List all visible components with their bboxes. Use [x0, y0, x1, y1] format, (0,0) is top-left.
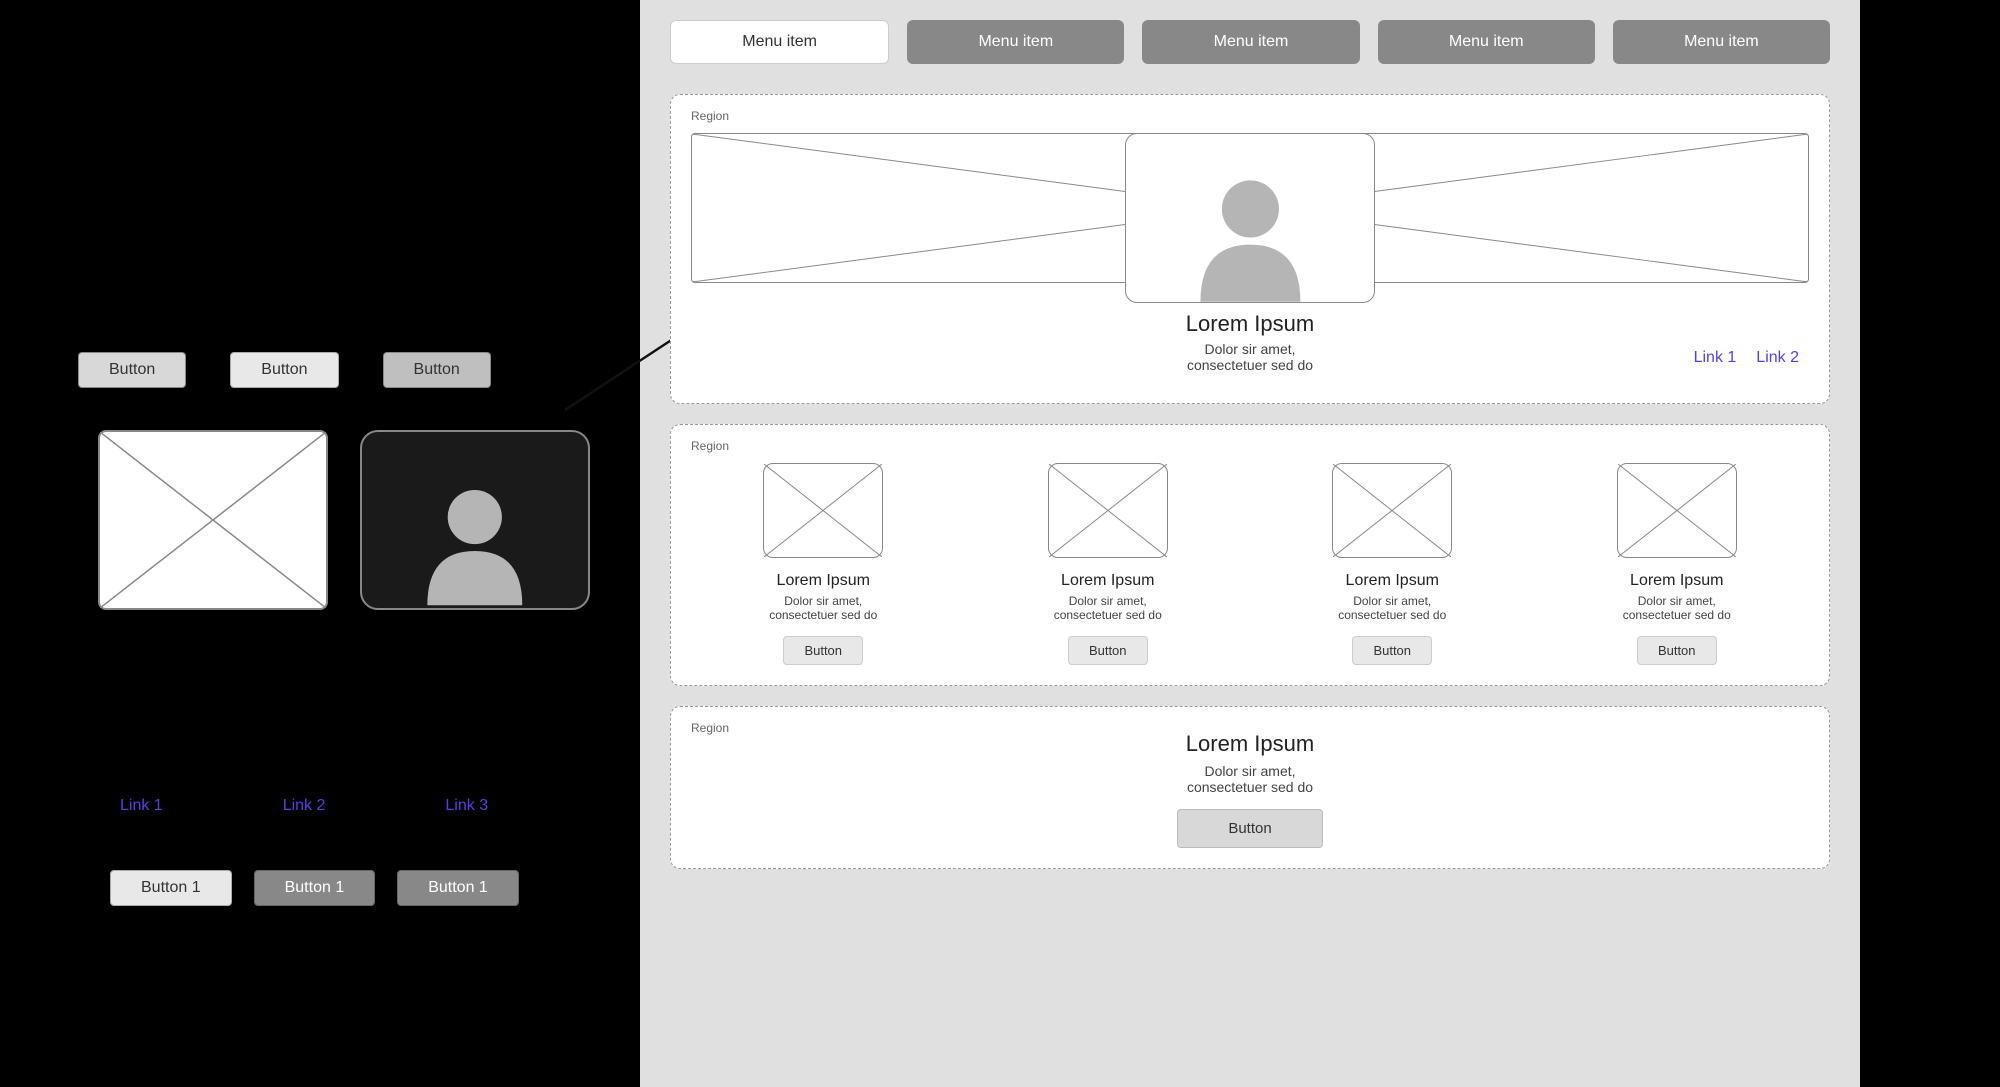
menu-item-5[interactable]: Menu item [1613, 20, 1830, 64]
card-title: Lorem Ipsum [1630, 572, 1723, 590]
palette-button-variant-2[interactable]: Button [230, 352, 338, 388]
cta-subtitle: Dolor sir amet, consectetuer sed do [691, 763, 1809, 795]
card-button[interactable]: Button [1637, 636, 1717, 665]
card-image-placeholder [763, 463, 883, 558]
card-title: Lorem Ipsum [1346, 572, 1439, 590]
hero-subtitle: Dolor sir amet, consectetuer sed do [691, 341, 1809, 373]
region-label: Region [691, 109, 1809, 123]
region-label: Region [691, 439, 1809, 453]
card-image-placeholder [1332, 463, 1452, 558]
card: Lorem Ipsum Dolor sir amet, consectetuer… [1269, 463, 1515, 665]
person-icon [407, 467, 543, 608]
palette-button-variant-3[interactable]: Button [383, 352, 491, 388]
cta-region: Region Lorem Ipsum Dolor sir amet, conse… [670, 706, 1830, 869]
card-image-placeholder [1617, 463, 1737, 558]
palette-link-2[interactable]: Link 2 [283, 797, 326, 815]
card-button[interactable]: Button [783, 636, 863, 665]
menu-item-1[interactable]: Menu item [670, 20, 889, 64]
crossed-box-icon [1049, 464, 1167, 557]
card-image-placeholder [1048, 463, 1168, 558]
cards-region: Region Lorem Ipsum Dolor sir amet, conse… [670, 424, 1830, 686]
palette-button1-gray[interactable]: Button 1 [254, 870, 376, 906]
card-title: Lorem Ipsum [777, 572, 870, 590]
hero-region: Region Lorem Ipsum Dolor sir amet, conse… [670, 94, 1830, 404]
menu-item-2[interactable]: Menu item [907, 20, 1124, 64]
region-label: Region [691, 721, 729, 735]
hero-link-2[interactable]: Link 2 [1756, 349, 1799, 367]
card: Lorem Ipsum Dolor sir amet, consectetuer… [985, 463, 1231, 665]
hero-avatar [1125, 133, 1375, 303]
palette-button1-gray2[interactable]: Button 1 [397, 870, 519, 906]
card-subtitle: Dolor sir amet, consectetuer sed do [1054, 594, 1162, 622]
card-subtitle: Dolor sir amet, consectetuer sed do [1623, 594, 1731, 622]
crossed-box-icon [1333, 464, 1451, 557]
menu-item-4[interactable]: Menu item [1378, 20, 1595, 64]
cta-button[interactable]: Button [1177, 809, 1322, 848]
card: Lorem Ipsum Dolor sir amet, consectetuer… [700, 463, 946, 665]
hero-title: Lorem Ipsum [691, 311, 1809, 337]
cta-title: Lorem Ipsum [691, 731, 1809, 757]
card-button[interactable]: Button [1352, 636, 1432, 665]
crossed-box-icon [764, 464, 882, 557]
card-subtitle: Dolor sir amet, consectetuer sed do [1338, 594, 1446, 622]
card: Lorem Ipsum Dolor sir amet, consectetuer… [1554, 463, 1800, 665]
wireframe-page: Menu item Menu item Menu item Menu item … [640, 0, 1860, 1087]
person-icon [1176, 159, 1325, 302]
palette-link-1[interactable]: Link 1 [120, 797, 163, 815]
crossed-box-icon [100, 432, 326, 608]
card-subtitle: Dolor sir amet, consectetuer sed do [769, 594, 877, 622]
palette-link-3[interactable]: Link 3 [445, 797, 488, 815]
component-palette: Button Button Button Link 1 Link 2 Link … [0, 0, 640, 1087]
avatar-placeholder [360, 430, 590, 610]
card-button[interactable]: Button [1068, 636, 1148, 665]
image-placeholder [98, 430, 328, 610]
hero-link-1[interactable]: Link 1 [1694, 349, 1737, 367]
palette-button1-light[interactable]: Button 1 [110, 870, 232, 906]
palette-button-variant-1[interactable]: Button [78, 352, 186, 388]
menu-item-3[interactable]: Menu item [1142, 20, 1359, 64]
card-title: Lorem Ipsum [1061, 572, 1154, 590]
top-menu: Menu item Menu item Menu item Menu item … [670, 20, 1830, 64]
crossed-box-icon [1618, 464, 1736, 557]
